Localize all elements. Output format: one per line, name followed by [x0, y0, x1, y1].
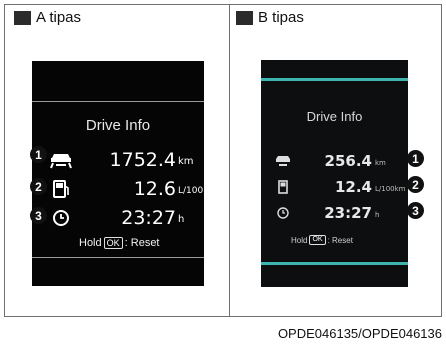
- drive-info-title: Drive Info: [306, 109, 363, 124]
- label-square-icon: [14, 10, 31, 25]
- accent-line-top: [261, 78, 408, 81]
- divider-line: [32, 257, 204, 258]
- display-screen-b: Drive Info 256.4 km 12.4 L/100km 23:27 h…: [261, 60, 408, 287]
- panel-a-label-text: A tipas: [36, 9, 82, 26]
- reset-text: : Reset: [124, 237, 160, 249]
- hold-reset-hint: Hold OK : Reset: [291, 235, 353, 245]
- figure-caption: OPDE046135/OPDE046136: [277, 326, 442, 341]
- callout-2-badge: 2: [407, 176, 424, 193]
- fuel-economy-row: 12.4 L/100km: [275, 178, 406, 198]
- hold-text: Hold: [291, 235, 308, 245]
- car-distance-icon: [50, 154, 72, 169]
- reset-text: : Reset: [327, 235, 353, 245]
- callout-1-badge: 1: [30, 146, 47, 163]
- trip-distance-unit: km: [375, 159, 386, 167]
- fuel-economy-value: 12.6: [133, 178, 176, 200]
- callout-3-badge: 3: [407, 202, 424, 219]
- trip-distance-unit: km: [178, 156, 194, 167]
- drive-time-unit: h: [178, 214, 185, 225]
- car-distance-icon: [276, 156, 290, 166]
- drive-time-row: 23:27 h: [50, 207, 200, 229]
- panel-divider: [229, 4, 230, 317]
- drive-time-value: 23:27: [121, 207, 176, 229]
- callout-3-badge: 3: [30, 207, 47, 224]
- callout-1-badge: 1: [407, 150, 424, 167]
- panel-a-label: A tipas: [14, 9, 81, 26]
- hold-reset-hint: Hold OK : Reset: [79, 237, 160, 249]
- display-screen-a: Drive Info 1752.4 km 12.6 L/100km 23:27 …: [32, 61, 217, 286]
- hold-text: Hold: [79, 237, 102, 249]
- fuel-pump-icon: [278, 180, 288, 194]
- trip-distance-value: 1752.4: [109, 149, 176, 171]
- trip-distance-value: 256.4: [324, 152, 372, 170]
- clock-icon: [53, 210, 69, 226]
- trip-distance-row: 1752.4 km: [50, 149, 200, 171]
- clock-icon: [277, 207, 289, 219]
- panel-b-label: B tipas: [236, 9, 304, 26]
- fuel-economy-unit: L/100km: [178, 186, 218, 196]
- fuel-economy-unit: L/100km: [375, 185, 406, 193]
- drive-time-row: 23:27 h: [275, 204, 405, 224]
- ok-button-icon: OK: [309, 235, 326, 245]
- fuel-economy-row: 12.6 L/100km: [50, 178, 217, 200]
- divider-line: [32, 101, 204, 102]
- drive-info-title: Drive Info: [85, 117, 151, 134]
- accent-line-bottom: [261, 262, 408, 265]
- fuel-economy-value: 12.4: [334, 178, 372, 196]
- ok-button-icon: OK: [103, 237, 123, 249]
- fuel-pump-icon: [53, 180, 69, 198]
- trip-distance-row: 256.4 km: [275, 152, 405, 172]
- drive-time-value: 23:27: [324, 204, 372, 222]
- callout-2-badge: 2: [30, 178, 47, 195]
- drive-time-unit: h: [375, 211, 380, 219]
- label-square-icon: [236, 10, 253, 25]
- panel-b-label-text: B tipas: [258, 9, 304, 26]
